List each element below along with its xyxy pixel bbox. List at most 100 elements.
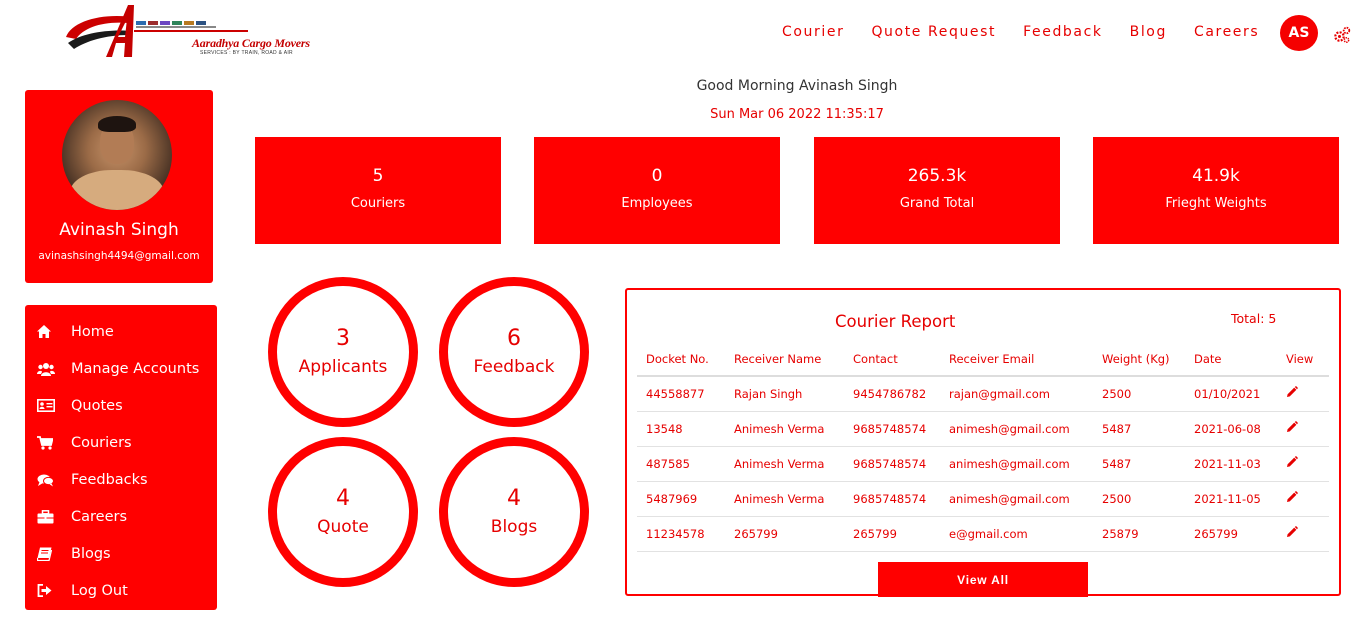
column-header-receiver-name: Receiver Name <box>725 342 844 377</box>
courier-report-panel: Courier Report Total: 5 Docket No. Recei… <box>625 288 1341 597</box>
cell-receiver-name: Animesh Verma <box>725 481 844 517</box>
stat-value: 41.9k <box>1192 166 1240 186</box>
cell-receiver-name: Animesh Verma <box>725 446 844 482</box>
edit-pencil-icon[interactable] <box>1286 421 1298 433</box>
cell-receiver-email: animesh@gmail.com <box>940 446 1093 482</box>
report-title: Courier Report <box>835 312 956 331</box>
table-row: 11234578 265799 265799 e@gmail.com 25879… <box>637 516 1329 552</box>
edit-pencil-icon[interactable] <box>1286 456 1298 468</box>
cell-date: 2021-11-03 <box>1185 446 1277 482</box>
stat-label: Frieght Weights <box>1165 196 1267 211</box>
circle-value: 4 <box>336 486 350 511</box>
sidebar-item-label: Blogs <box>71 545 111 562</box>
sidebar-item-label: Home <box>71 323 114 340</box>
cell-date: 2021-11-05 <box>1185 481 1277 517</box>
cart-icon <box>37 435 71 450</box>
users-icon <box>37 362 71 376</box>
cell-receiver-name: Animesh Verma <box>725 411 844 447</box>
logo-tagline: SERVICES : BY TRAIN, ROAD & AIR <box>200 50 293 56</box>
edit-pencil-icon[interactable] <box>1286 526 1298 538</box>
cell-view <box>1277 446 1329 482</box>
topnav-quote-request[interactable]: Quote Request <box>871 24 996 40</box>
circle-label: Quote <box>317 517 369 537</box>
topnav-feedback[interactable]: Feedback <box>1023 24 1102 40</box>
sidebar-item-log-out[interactable]: Log Out <box>25 572 217 609</box>
topnav-blog[interactable]: Blog <box>1130 24 1167 40</box>
id-card-icon <box>37 399 71 412</box>
cell-view <box>1277 411 1329 447</box>
stat-card-couriers[interactable]: 5 Couriers <box>255 137 501 244</box>
cell-date: 265799 <box>1185 516 1277 552</box>
cell-contact: 9685748574 <box>844 481 940 517</box>
logo-text: Aaradhya Cargo Movers <box>192 36 310 50</box>
edit-pencil-icon[interactable] <box>1286 386 1298 398</box>
stat-card-employees[interactable]: 0 Employees <box>534 137 780 244</box>
cell-contact: 9454786782 <box>844 376 940 412</box>
sidebar-item-manage-accounts[interactable]: Manage Accounts <box>25 350 217 387</box>
circle-label: Feedback <box>473 357 555 377</box>
table-row: 44558877 Rajan Singh 9454786782 rajan@gm… <box>637 376 1329 412</box>
briefcase-icon <box>37 509 71 524</box>
cell-view <box>1277 481 1329 517</box>
cell-view <box>1277 376 1329 412</box>
edit-pencil-icon[interactable] <box>1286 491 1298 503</box>
circle-feedback[interactable]: 6 Feedback <box>439 277 589 427</box>
stat-label: Couriers <box>350 196 406 211</box>
cell-contact: 265799 <box>844 516 940 552</box>
sidebar-item-quotes[interactable]: Quotes <box>25 387 217 424</box>
column-header-date: Date <box>1185 342 1277 377</box>
profile-name: Avinash Singh <box>59 220 179 240</box>
circle-label: Blogs <box>490 517 538 537</box>
book-icon <box>37 547 71 561</box>
circle-blogs[interactable]: 4 Blogs <box>439 437 589 587</box>
sidebar-item-home[interactable]: Home <box>25 313 217 350</box>
stat-card-freight-weights[interactable]: 41.9k Frieght Weights <box>1093 137 1339 244</box>
stat-card-grand-total[interactable]: 265.3k Grand Total <box>814 137 1060 244</box>
stat-label: Employees <box>621 196 693 211</box>
cell-weight: 5487 <box>1093 446 1185 482</box>
sidebar-item-careers[interactable]: Careers <box>25 498 217 535</box>
profile-email: avinashsingh4494@gmail.com <box>38 250 200 262</box>
view-all-button[interactable]: View All <box>878 562 1088 597</box>
circle-quote[interactable]: 4 Quote <box>268 437 418 587</box>
user-avatar-button[interactable]: AS <box>1280 15 1318 51</box>
topnav-careers[interactable]: Careers <box>1194 24 1259 40</box>
sidebar-item-label: Careers <box>71 508 128 525</box>
topnav-courier[interactable]: Courier <box>782 24 844 40</box>
profile-card: Avinash Singh avinashsingh4494@gmail.com <box>25 90 213 283</box>
comments-icon <box>37 473 71 487</box>
cell-weight: 5487 <box>1093 411 1185 447</box>
cell-receiver-email: e@gmail.com <box>940 516 1093 552</box>
column-header-receiver-email: Receiver Email <box>940 342 1093 377</box>
circle-applicants[interactable]: 3 Applicants <box>268 277 418 427</box>
top-navigation: Courier Quote Request Feedback Blog Care… <box>782 24 1286 40</box>
sidebar-item-label: Quotes <box>71 397 123 414</box>
table-row: 13548 Animesh Verma 9685748574 animesh@g… <box>637 411 1329 447</box>
gears-icon[interactable] <box>1333 26 1351 44</box>
cell-receiver-email: animesh@gmail.com <box>940 481 1093 517</box>
cell-weight: 2500 <box>1093 376 1185 412</box>
circle-value: 6 <box>507 326 521 351</box>
sidebar-item-couriers[interactable]: Couriers <box>25 424 217 461</box>
home-icon <box>37 325 71 338</box>
sidebar-item-feedbacks[interactable]: Feedbacks <box>25 461 217 498</box>
stat-value: 5 <box>372 166 384 186</box>
profile-avatar <box>62 100 172 210</box>
sign-out-icon <box>37 584 71 597</box>
sidebar-item-label: Log Out <box>71 582 128 599</box>
column-header-view: View <box>1277 342 1329 377</box>
cell-contact: 9685748574 <box>844 411 940 447</box>
column-header-contact: Contact <box>844 342 940 377</box>
cell-weight: 2500 <box>1093 481 1185 517</box>
table-header-row: Docket No. Receiver Name Contact Receive… <box>637 342 1329 377</box>
cell-receiver-name: Rajan Singh <box>725 376 844 412</box>
cell-weight: 25879 <box>1093 516 1185 552</box>
sidebar-item-blogs[interactable]: Blogs <box>25 535 217 572</box>
table-row: 487585 Animesh Verma 9685748574 animesh@… <box>637 446 1329 482</box>
cell-docket: 13548 <box>637 411 725 447</box>
stat-value: 0 <box>651 166 663 186</box>
column-header-weight: Weight (Kg) <box>1093 342 1185 377</box>
cell-docket: 487585 <box>637 446 725 482</box>
sidebar-item-label: Feedbacks <box>71 471 148 488</box>
brand-logo[interactable]: Aaradhya Cargo Movers SERVICES : BY TRAI… <box>62 3 310 59</box>
